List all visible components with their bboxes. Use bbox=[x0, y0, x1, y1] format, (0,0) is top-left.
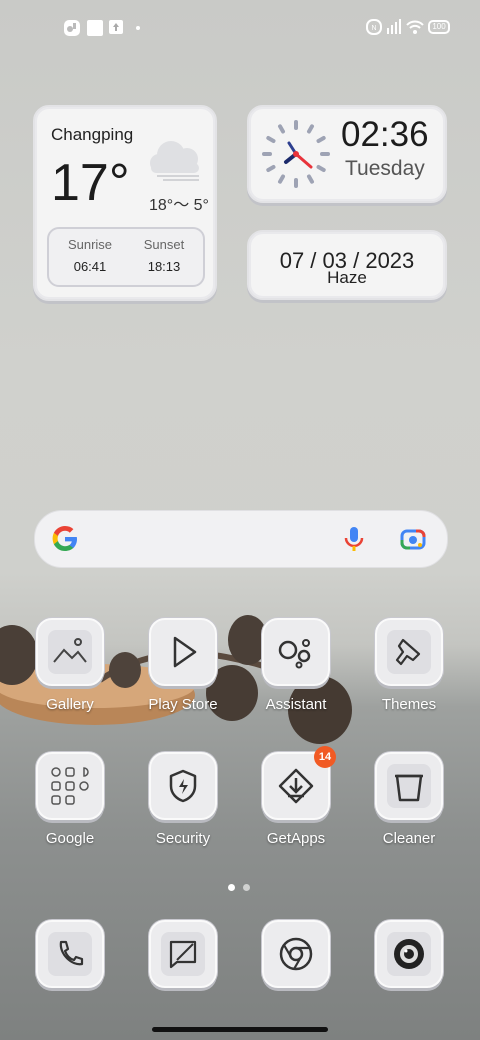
app-label: GetApps bbox=[266, 830, 326, 847]
clock-day: Tuesday bbox=[345, 157, 425, 180]
app-cleaner[interactable]: Cleaner bbox=[364, 752, 454, 847]
mic-icon[interactable] bbox=[343, 525, 365, 553]
app-label: Google bbox=[45, 830, 95, 847]
weather-range: 18°～ 5° bbox=[149, 197, 209, 214]
google-search-bar[interactable] bbox=[34, 510, 448, 568]
assistant-icon bbox=[262, 618, 330, 686]
page-dot-active bbox=[228, 884, 235, 891]
messages-icon bbox=[149, 920, 217, 988]
status-bar: N 100 bbox=[0, 0, 480, 56]
security-icon bbox=[149, 752, 217, 820]
home-indicator[interactable] bbox=[152, 1027, 328, 1032]
google-g-icon bbox=[52, 526, 77, 551]
google-folder-icon bbox=[36, 752, 104, 820]
dock-camera[interactable] bbox=[364, 920, 454, 988]
wifi-icon bbox=[406, 20, 424, 34]
phone-icon bbox=[36, 920, 104, 988]
sunrise-label: Sunrise bbox=[67, 237, 113, 252]
camera-icon bbox=[375, 920, 443, 988]
clock-widget[interactable]: 02:36 Tuesday bbox=[247, 105, 447, 203]
weather-temperature: 17° bbox=[51, 154, 130, 212]
app-label: Assistant bbox=[265, 696, 327, 713]
signal-icon bbox=[387, 19, 401, 34]
play-store-icon bbox=[149, 618, 217, 686]
app-icon bbox=[87, 20, 103, 36]
app-label: Themes bbox=[381, 696, 437, 713]
dock-phone[interactable] bbox=[25, 920, 115, 988]
page-dot bbox=[243, 884, 250, 891]
app-google-folder[interactable]: Google bbox=[25, 752, 115, 847]
page-indicator bbox=[228, 878, 258, 896]
analog-clock-icon bbox=[262, 120, 330, 188]
app-label: Play Store bbox=[148, 696, 218, 713]
weather-condition: Haze bbox=[327, 268, 367, 287]
sun-times: Sunrise 06:41 Sunset 18:13 bbox=[47, 227, 205, 287]
app-getapps[interactable]: 14 GetApps bbox=[251, 746, 341, 847]
lens-icon[interactable] bbox=[399, 525, 427, 553]
themes-icon bbox=[375, 618, 443, 686]
dock-chrome[interactable] bbox=[251, 920, 341, 988]
app-themes[interactable]: Themes bbox=[364, 618, 454, 713]
dock-messages[interactable] bbox=[138, 920, 228, 988]
cloud-icon bbox=[150, 141, 199, 181]
cleaner-icon bbox=[375, 752, 443, 820]
nfc-icon: N bbox=[366, 19, 382, 35]
sunrise: Sunrise 06:41 bbox=[55, 237, 125, 274]
battery-icon: 100 bbox=[428, 20, 450, 34]
clock-time: 02:36 bbox=[341, 115, 429, 154]
sunset-time: 18:13 bbox=[147, 259, 181, 274]
getapps-icon: 14 bbox=[262, 746, 336, 820]
app-security[interactable]: Security bbox=[138, 752, 228, 847]
sunset: Sunset 18:13 bbox=[129, 237, 199, 274]
notification-badge: 14 bbox=[314, 746, 336, 768]
upload-icon bbox=[109, 20, 123, 34]
app-gallery[interactable]: Gallery bbox=[25, 618, 115, 713]
app-label: Cleaner bbox=[382, 830, 436, 847]
sunrise-time: 06:41 bbox=[73, 259, 107, 274]
weather-widget[interactable]: Changping 17° 18°～ 5° Sunrise 06:41 Suns… bbox=[33, 105, 217, 301]
app-label: Gallery bbox=[46, 696, 94, 713]
more-dot-icon bbox=[136, 26, 140, 30]
sunset-label: Sunset bbox=[143, 237, 185, 252]
gallery-icon bbox=[36, 618, 104, 686]
chrome-icon bbox=[262, 920, 330, 988]
svg-text:N: N bbox=[371, 25, 376, 32]
notification-icon bbox=[64, 20, 80, 36]
app-assistant[interactable]: Assistant bbox=[251, 618, 341, 713]
app-play-store[interactable]: Play Store bbox=[138, 618, 228, 713]
date-widget[interactable]: 07 / 03 / 2023 Haze bbox=[247, 230, 447, 300]
weather-city: Changping bbox=[51, 125, 134, 144]
app-label: Security bbox=[155, 830, 211, 847]
